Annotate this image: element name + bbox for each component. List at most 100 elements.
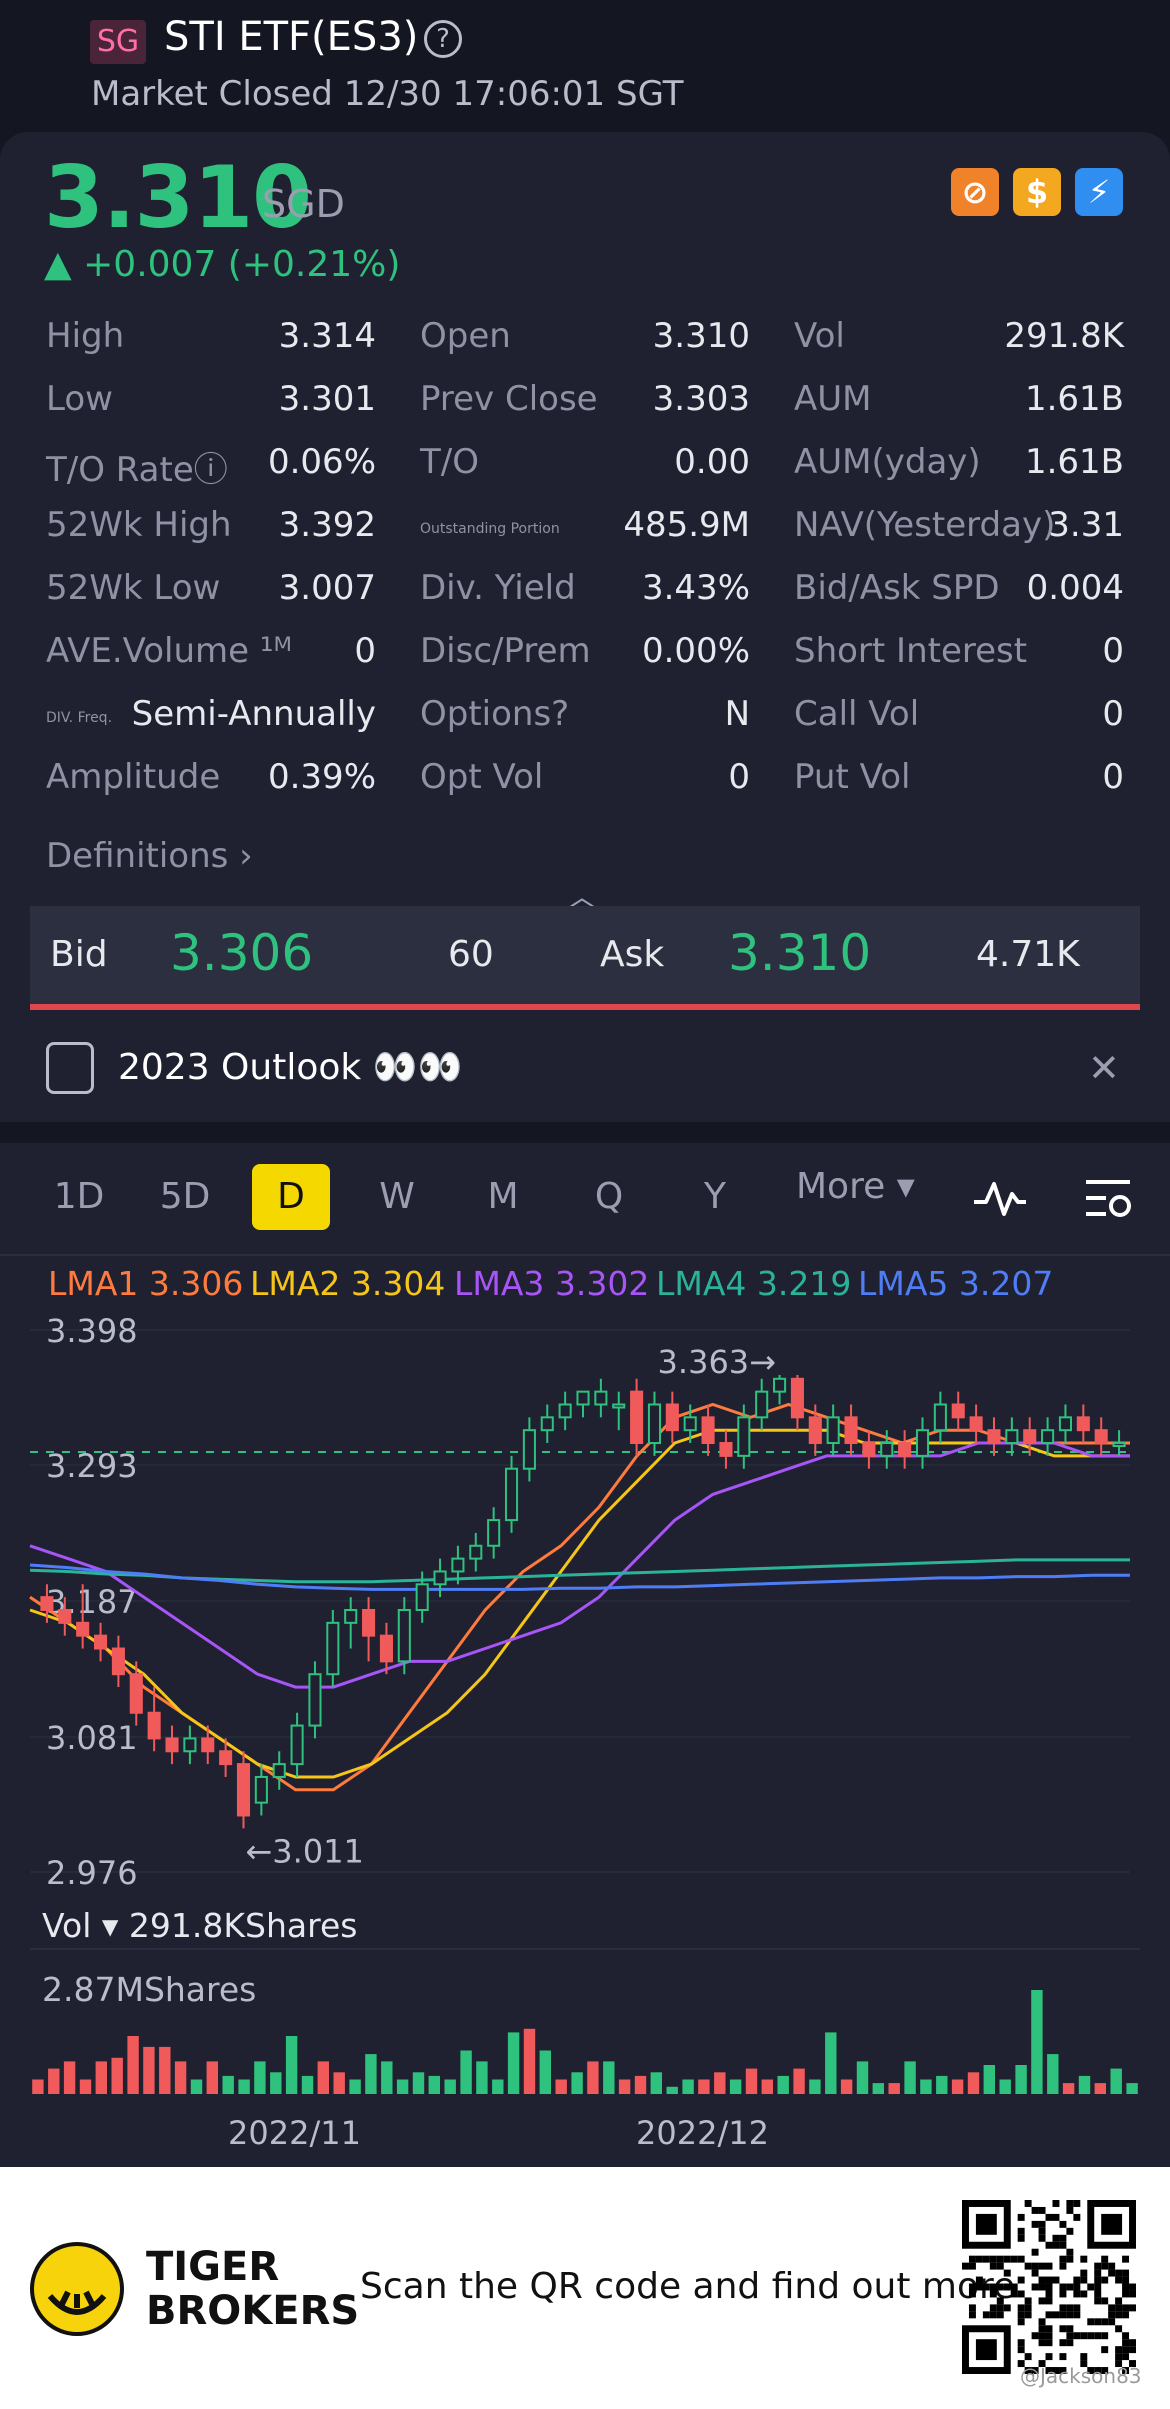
- volume-label[interactable]: Vol ▾ 291.8KShares: [42, 1906, 357, 1945]
- volume-bar: [206, 2061, 218, 2094]
- period-tab[interactable]: W: [358, 1164, 436, 1230]
- volume-bar: [1062, 2083, 1075, 2094]
- qr-module: [975, 2276, 983, 2284]
- outlook-text[interactable]: 2023 Outlook 👀👀: [118, 1046, 462, 1088]
- candle-body: [94, 1634, 108, 1650]
- candle-body: [272, 1763, 286, 1778]
- qr-module: [1010, 2283, 1018, 2291]
- candle-body: [129, 1673, 143, 1714]
- region-badge: SG: [90, 20, 146, 64]
- period-tab[interactable]: 1D: [40, 1164, 118, 1230]
- qr-module: [1080, 2276, 1088, 2284]
- candle-body: [880, 1442, 894, 1457]
- qr-module: [1073, 2200, 1081, 2207]
- period-tab[interactable]: M: [464, 1164, 542, 1230]
- stat-label: Vol: [794, 316, 845, 356]
- volume-bar: [714, 2072, 726, 2094]
- qr-module: [1031, 2269, 1039, 2277]
- candle-body: [451, 1557, 465, 1573]
- bid-size: 60: [448, 934, 494, 975]
- period-tab[interactable]: D: [252, 1164, 330, 1230]
- candlestick-chart[interactable]: 3.3983.2933.1873.0812.9763.363→←3.011: [0, 1300, 1170, 1900]
- candle-body: [1041, 1429, 1055, 1445]
- qr-module: [1045, 2353, 1053, 2361]
- indicator-icon[interactable]: [972, 1176, 1028, 1224]
- volume-bar: [492, 2079, 504, 2094]
- candle-body: [183, 1737, 197, 1753]
- close-icon[interactable]: ✕: [1088, 1046, 1120, 1090]
- volume-bar: [856, 2061, 869, 2094]
- qr-module: [1087, 2332, 1095, 2340]
- dollar-icon[interactable]: $: [1013, 168, 1061, 216]
- qr-module: [996, 2262, 1004, 2270]
- lightning-icon[interactable]: ⚡: [1075, 168, 1123, 216]
- chart-settings-icon[interactable]: [1084, 1176, 1134, 1224]
- qr-module: [1045, 2325, 1053, 2333]
- qr-module: [1080, 2332, 1088, 2340]
- qr-code[interactable]: [962, 2200, 1136, 2374]
- candle-body: [433, 1570, 447, 1586]
- help-icon[interactable]: ?: [424, 20, 462, 58]
- qr-finder: [1101, 2213, 1123, 2235]
- volume-bar: [190, 2079, 203, 2094]
- qr-module: [1108, 2311, 1116, 2319]
- period-tab[interactable]: 5D: [146, 1164, 224, 1230]
- volume-bar: [444, 2079, 456, 2094]
- candle-body: [308, 1673, 322, 1727]
- stat-value: 1.61B: [1024, 442, 1124, 482]
- definitions-label[interactable]: Definitions: [46, 836, 228, 876]
- qr-module: [1038, 2325, 1046, 2333]
- stat-value: 3.31: [1048, 505, 1124, 545]
- qr-module: [1129, 2283, 1136, 2291]
- chevron-right-icon: ›: [239, 836, 253, 876]
- qr-module: [1052, 2241, 1060, 2249]
- qr-module: [1024, 2262, 1032, 2270]
- volume-chart[interactable]: [0, 1950, 1170, 2100]
- qr-module: [1045, 2332, 1053, 2340]
- candle-body: [826, 1416, 840, 1445]
- bid-ask-ratio-bar: [30, 1004, 1140, 1010]
- qr-module: [1115, 2276, 1123, 2284]
- volume-bar: [476, 2061, 488, 2094]
- market-status: Market Closed 12/30 17:06:01 SGT: [91, 74, 684, 114]
- no-margin-icon[interactable]: ⊘: [951, 168, 999, 216]
- qr-module: [1094, 2276, 1102, 2284]
- qr-finder: [975, 2213, 997, 2235]
- qr-module: [1017, 2318, 1025, 2326]
- qr-module: [1038, 2220, 1046, 2228]
- definitions-link[interactable]: Definitions ›: [46, 836, 253, 876]
- qr-module: [1122, 2255, 1130, 2263]
- period-tab[interactable]: Q: [570, 1164, 648, 1230]
- volume-bar: [777, 2075, 789, 2094]
- volume-bar: [1078, 2075, 1091, 2094]
- volume-bar: [333, 2072, 345, 2094]
- qr-module: [1080, 2353, 1088, 2361]
- volume-bar: [111, 2057, 123, 2094]
- qr-module: [1108, 2304, 1116, 2312]
- qr-module: [1094, 2262, 1102, 2270]
- volume-bar: [301, 2075, 314, 2094]
- qr-module: [1038, 2318, 1046, 2326]
- qr-module: [1045, 2213, 1053, 2221]
- candle-body: [898, 1442, 912, 1457]
- candle-body: [504, 1467, 519, 1522]
- qr-module: [1080, 2269, 1088, 2277]
- qr-module: [1017, 2290, 1025, 2298]
- candle-body: [254, 1775, 268, 1804]
- candle-body: [1076, 1416, 1090, 1432]
- volume-bar: [1015, 2065, 1027, 2094]
- volume-bar: [365, 2054, 377, 2094]
- stat-value: 3.310: [652, 316, 750, 356]
- qr-module: [1094, 2283, 1102, 2291]
- qr-module: [1066, 2339, 1074, 2347]
- qr-module: [1059, 2255, 1067, 2263]
- qr-module: [1115, 2353, 1123, 2361]
- qr-module: [1031, 2206, 1039, 2214]
- period-tab[interactable]: Y: [676, 1164, 754, 1230]
- candle-body: [201, 1737, 215, 1753]
- volume-bar: [650, 2072, 662, 2094]
- qr-module: [1087, 2283, 1095, 2291]
- ask-size: 4.71K: [976, 934, 1080, 975]
- more-periods-dropdown[interactable]: More ▾: [796, 1166, 915, 1207]
- candle-body: [1005, 1429, 1019, 1445]
